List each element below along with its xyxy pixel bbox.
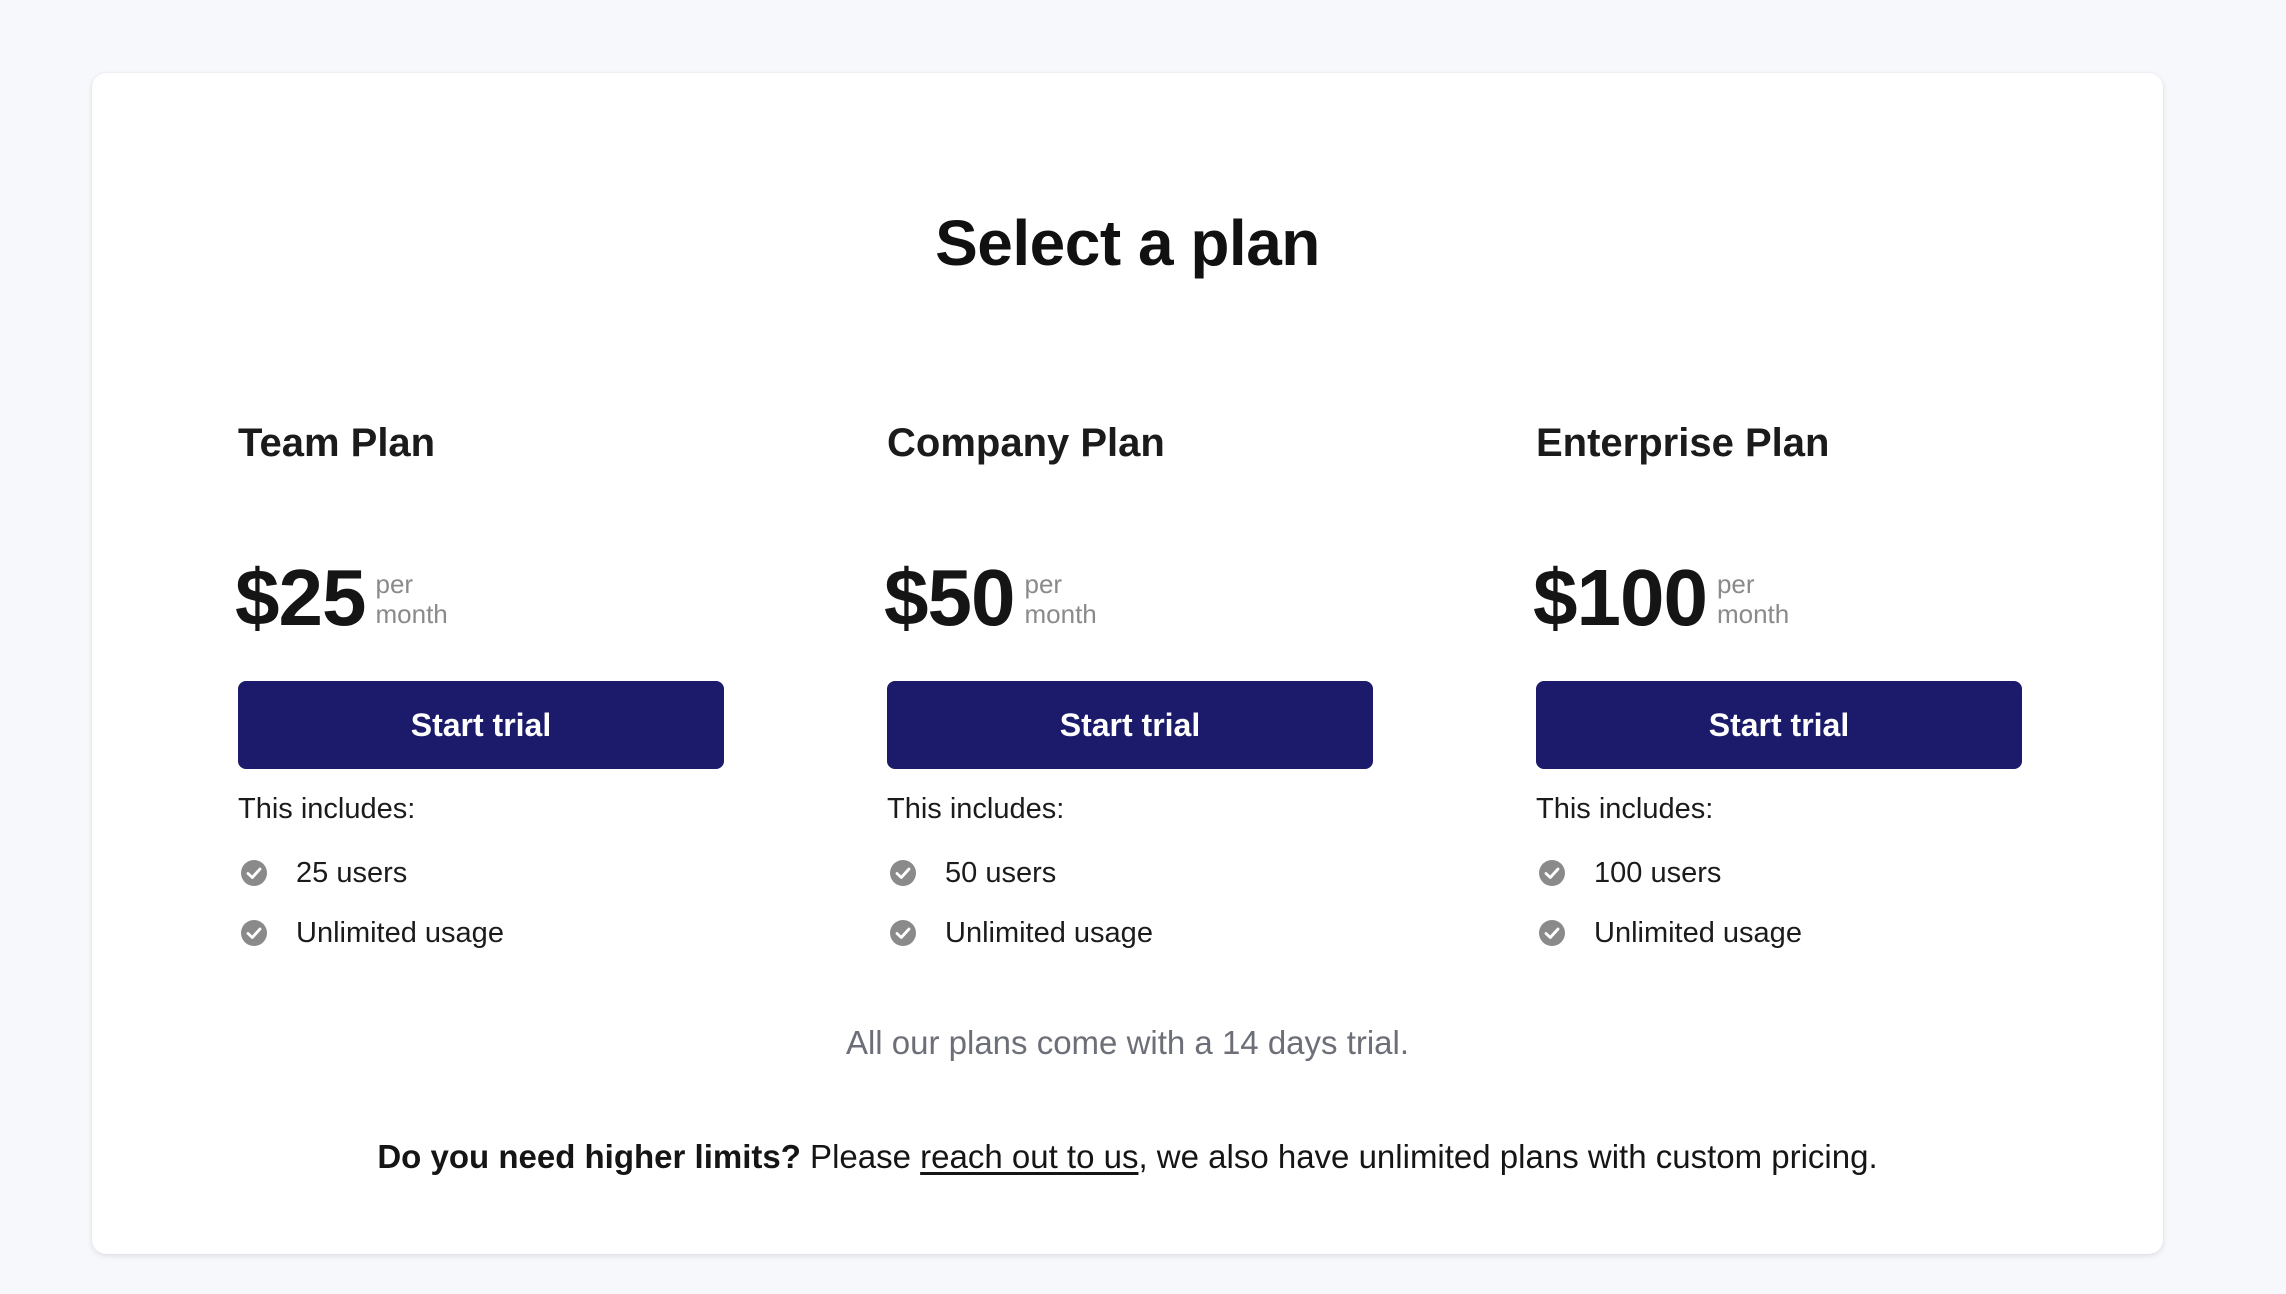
includes-label: This includes:	[238, 793, 416, 825]
feature-item: Unlimited usage	[1536, 903, 1802, 963]
feature-text: Unlimited usage	[945, 916, 1153, 949]
feature-list: 50 users Unlimited usage	[887, 843, 1153, 963]
plan-price: $25	[235, 553, 366, 642]
feature-item: 50 users	[887, 843, 1153, 903]
plan-name: Team Plan	[238, 421, 436, 465]
higher-limits-post-link: , we also have unlimited plans with cust…	[1138, 1138, 1878, 1175]
feature-text: Unlimited usage	[1594, 916, 1802, 949]
check-circle-icon	[1538, 919, 1566, 947]
feature-list: 100 users Unlimited usage	[1536, 843, 1802, 963]
price-period-line2: month	[375, 599, 448, 629]
plan-card-team: Team Plan $25 per month Start trial This…	[235, 413, 724, 949]
plan-card-company: Company Plan $50 per month Start trial T…	[884, 413, 1373, 949]
pricing-card: Select a plan Team Plan $25 per month St…	[92, 73, 2163, 1254]
feature-text: 100 users	[1594, 856, 1722, 889]
includes-label: This includes:	[1536, 793, 1714, 825]
plan-price: $100	[1533, 553, 1708, 642]
plan-name: Company Plan	[887, 421, 1165, 465]
higher-limits-question: Do you need higher limits?	[377, 1138, 801, 1175]
price-row: $100 per month	[1533, 553, 1789, 643]
price-period-line2: month	[1716, 599, 1790, 629]
feature-item: Unlimited usage	[887, 903, 1153, 963]
price-row: $50 per month	[884, 553, 1097, 643]
plan-card-enterprise: Enterprise Plan $100 per month Start tri…	[1533, 413, 2022, 949]
plan-price: $50	[884, 553, 1015, 642]
price-row: $25 per month	[235, 553, 448, 643]
feature-list: 25 users Unlimited usage	[238, 843, 504, 963]
page-title: Select a plan	[935, 207, 1320, 279]
higher-limits-pre-link: Please	[800, 1138, 921, 1175]
price-period-line1: per	[375, 569, 414, 599]
plan-name: Enterprise Plan	[1536, 421, 1830, 465]
higher-limits-note: Do you need higher limits? Please reach …	[92, 1135, 2163, 1179]
start-trial-button-team[interactable]: Start trial	[238, 681, 724, 769]
feature-item: Unlimited usage	[238, 903, 504, 963]
reach-out-link[interactable]: reach out to us	[920, 1138, 1138, 1175]
price-period-line1: per	[1716, 569, 1755, 599]
price-period: per month	[1024, 569, 1096, 629]
check-circle-icon	[889, 919, 917, 947]
price-period-line1: per	[1024, 569, 1063, 599]
start-trial-button-enterprise[interactable]: Start trial	[1536, 681, 2022, 769]
feature-item: 100 users	[1536, 843, 1802, 903]
check-circle-icon	[240, 919, 268, 947]
price-period-line2: month	[1024, 599, 1097, 629]
feature-item: 25 users	[238, 843, 504, 903]
trial-note: All our plans come with a 14 days trial.	[845, 1024, 1410, 1061]
check-circle-icon	[1538, 859, 1566, 887]
feature-text: Unlimited usage	[296, 916, 504, 949]
check-circle-icon	[889, 859, 917, 887]
check-circle-icon	[240, 859, 268, 887]
start-trial-button-company[interactable]: Start trial	[887, 681, 1373, 769]
feature-text: 50 users	[945, 856, 1057, 889]
feature-text: 25 users	[296, 856, 408, 889]
price-period: per month	[375, 569, 447, 629]
price-period: per month	[1717, 569, 1789, 629]
includes-label: This includes:	[887, 793, 1065, 825]
